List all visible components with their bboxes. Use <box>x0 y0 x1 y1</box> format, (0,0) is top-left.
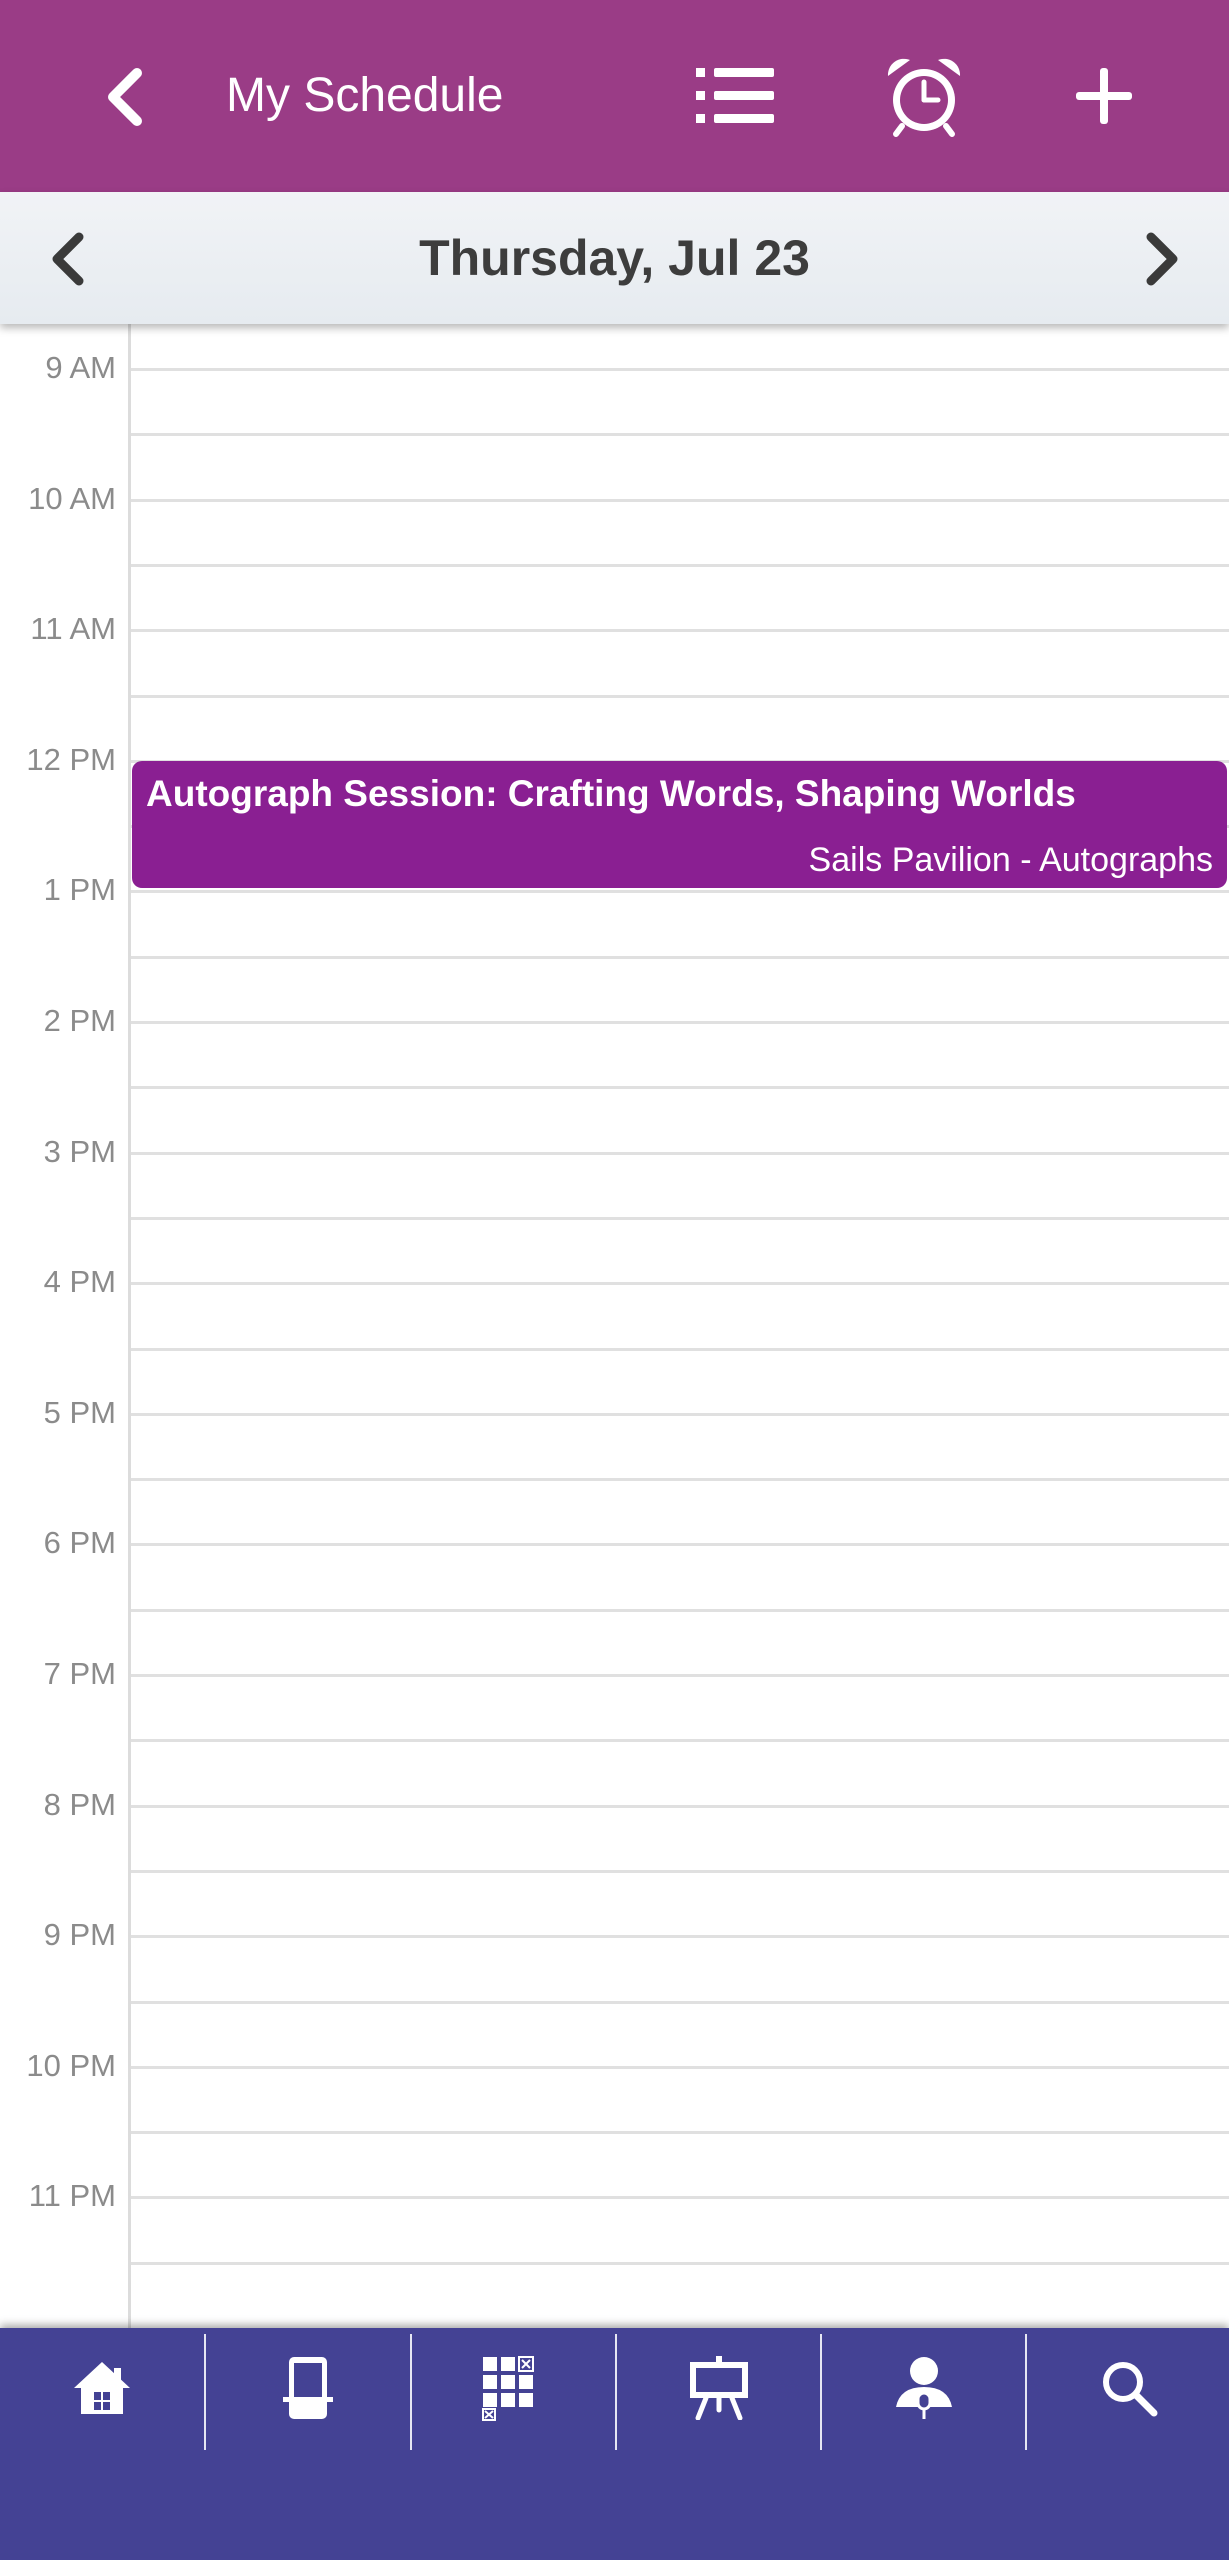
hour-gridline <box>131 1804 1229 1808</box>
page-title: My Schedule <box>226 69 504 122</box>
half-hour-gridline <box>131 1739 1229 1743</box>
hour-label: 6 PM <box>43 1525 116 1561</box>
half-hour-gridline <box>131 2261 1229 2265</box>
current-date-label: Thursday, Jul 23 <box>419 230 810 286</box>
hour-gridline <box>131 1935 1229 1939</box>
hour-gridline <box>131 2196 1229 2200</box>
half-hour-gridline <box>131 1216 1229 1220</box>
event-block[interactable]: Autograph Session: Crafting Words, Shapi… <box>132 761 1227 888</box>
list-icon <box>696 68 774 123</box>
hour-gridline <box>131 1674 1229 1677</box>
hour-gridline <box>131 498 1229 502</box>
list-view-button[interactable] <box>686 46 786 146</box>
plus-icon <box>1076 68 1132 124</box>
tab-search[interactable] <box>1027 2328 1229 2448</box>
home-icon <box>74 2362 130 2414</box>
date-navigation-bar: Thursday, Jul 23 <box>0 192 1229 324</box>
hour-gridline <box>131 1282 1229 1286</box>
hour-label: 2 PM <box>43 1003 116 1038</box>
hour-label: 5 PM <box>43 1394 116 1430</box>
reminders-button[interactable] <box>874 46 974 146</box>
time-axis-divider <box>128 324 131 2328</box>
hour-gridline <box>131 1543 1229 1547</box>
hour-gridline <box>131 629 1229 633</box>
alarm-clock-icon <box>887 58 961 137</box>
hour-label: 12 PM <box>26 741 116 777</box>
tab-exhibitors[interactable] <box>412 2328 616 2448</box>
half-hour-gridline <box>131 694 1229 698</box>
half-hour-gridline <box>131 2131 1229 2135</box>
half-hour-gridline <box>131 1347 1229 1351</box>
search-icon <box>1103 2362 1158 2417</box>
half-hour-gridline <box>131 2000 1229 2004</box>
hour-gridline <box>131 368 1229 371</box>
hour-gridline <box>131 1021 1229 1024</box>
previous-day-button[interactable] <box>22 214 112 304</box>
half-hour-gridline <box>131 1478 1229 1482</box>
back-button[interactable] <box>90 52 160 142</box>
half-hour-gridline <box>131 1869 1229 1873</box>
tab-speakers[interactable] <box>822 2328 1026 2448</box>
phone-icon <box>283 2357 333 2419</box>
hour-label: 10 PM <box>26 2047 116 2083</box>
hour-label: 3 PM <box>43 1133 116 1169</box>
day-timeline[interactable]: 9 AM 10 AM 11 AM 12 PM 1 PM 2 PM 3 PM 4 PM 5 PM 6… <box>0 324 1229 2328</box>
hour-label: 4 PM <box>43 1264 116 1300</box>
tab-device[interactable] <box>206 2328 410 2448</box>
bottom-tab-bar <box>0 2328 1229 2560</box>
chevron-right-icon <box>1146 232 1178 286</box>
hour-gridline <box>131 1151 1229 1155</box>
hour-gridline <box>131 1412 1229 1416</box>
next-day-button[interactable] <box>1118 214 1208 304</box>
tab-home[interactable] <box>0 2328 204 2448</box>
hour-label: 9 PM <box>43 1917 116 1953</box>
add-button[interactable] <box>1054 46 1154 146</box>
hour-label: 11 PM <box>28 2178 116 2214</box>
hour-label: 8 PM <box>43 1786 116 1822</box>
tab-sessions[interactable] <box>617 2328 821 2448</box>
half-hour-gridline <box>131 563 1229 567</box>
half-hour-gridline <box>131 1608 1229 1612</box>
hour-label: 11 AM <box>30 611 116 647</box>
chevron-left-icon <box>52 232 84 286</box>
hour-gridline <box>131 2065 1229 2069</box>
back-chevron-icon <box>108 68 142 126</box>
hour-gridline <box>131 890 1229 894</box>
presentation-easel-icon <box>690 2356 748 2420</box>
event-title: Autograph Session: Crafting Words, Shapi… <box>146 773 1076 814</box>
grid-icon <box>482 2356 534 2421</box>
half-hour-gridline <box>131 1086 1229 1090</box>
hour-label: 1 PM <box>43 872 116 908</box>
hour-label: 9 AM <box>45 350 116 385</box>
hour-label: 7 PM <box>43 1656 116 1691</box>
event-location: Sails Pavilion - Autographs <box>808 841 1213 879</box>
app-header: My Schedule <box>0 0 1229 192</box>
half-hour-gridline <box>131 433 1229 437</box>
speaker-icon <box>896 2357 952 2419</box>
half-hour-gridline <box>131 955 1229 959</box>
hour-label: 10 AM <box>28 480 116 516</box>
